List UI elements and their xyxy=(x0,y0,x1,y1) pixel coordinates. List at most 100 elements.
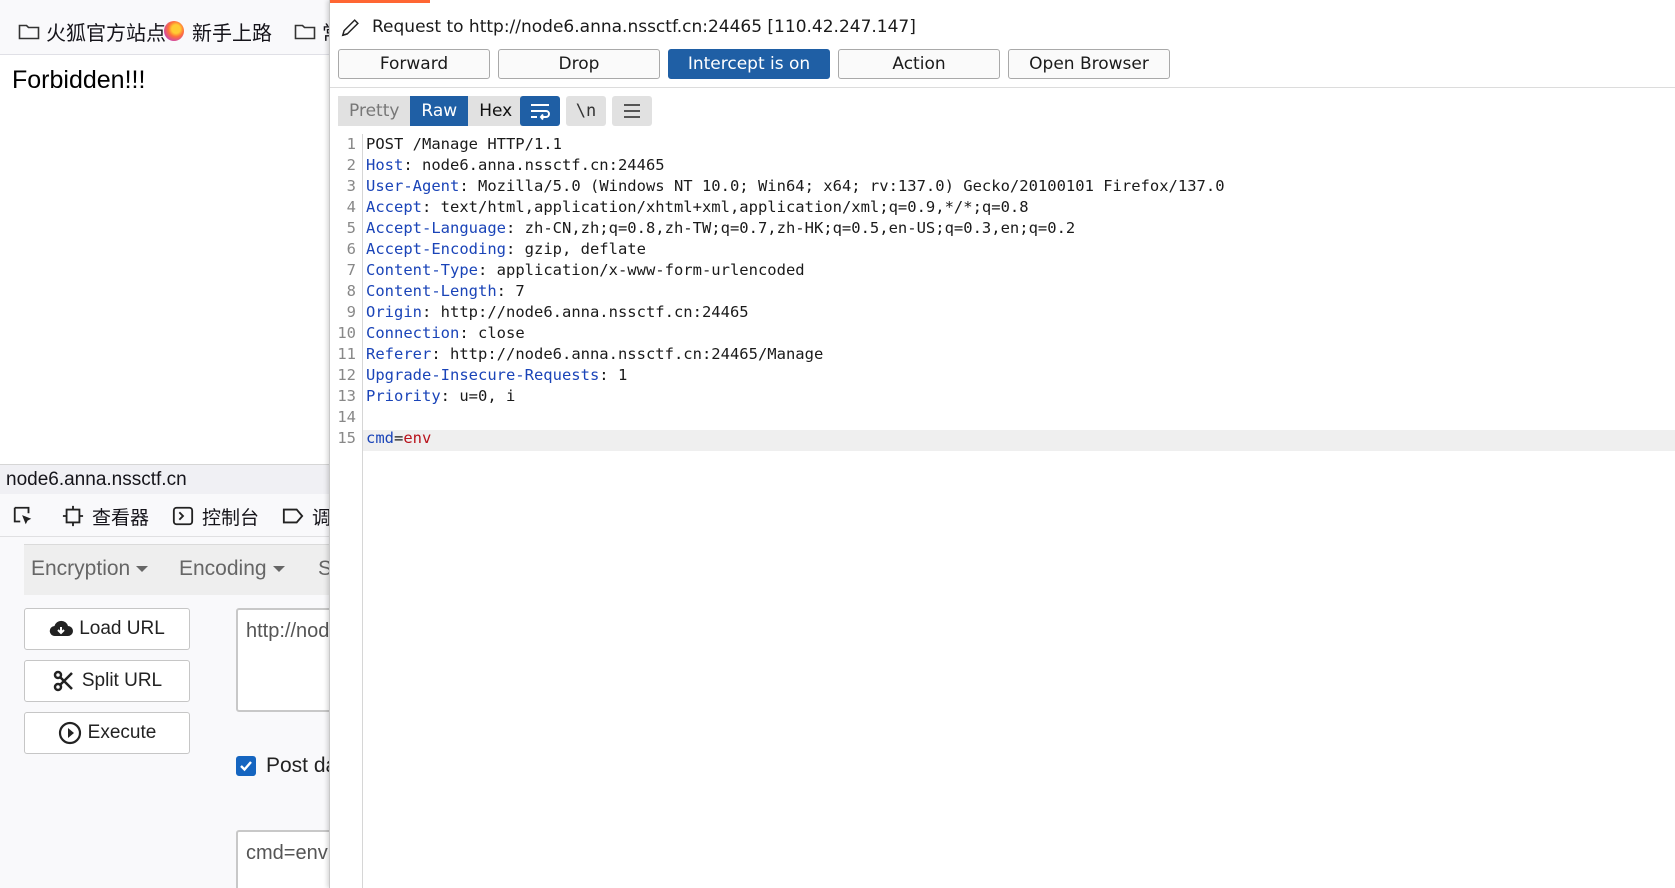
header-value: close xyxy=(478,324,525,342)
devtools-toolbar: 查看器 控制台 调 xyxy=(0,494,330,537)
tab-raw[interactable]: Raw xyxy=(410,96,469,126)
load-url-button[interactable]: Load URL xyxy=(24,608,190,650)
header-line: Priority: u=0, i xyxy=(366,387,516,405)
browser-window: 火狐官方站点 新手上路 常 Forbidden!!! node6.anna.ns… xyxy=(0,0,330,888)
drop-button[interactable]: Drop xyxy=(498,49,660,79)
header-value: application/x-www-form-urlencoded xyxy=(496,261,805,279)
bookmark-item[interactable]: 火狐官方站点 xyxy=(18,17,166,45)
play-circle-icon xyxy=(58,721,81,745)
debugger-icon xyxy=(282,508,304,524)
header-name: Connection xyxy=(366,324,460,342)
current-line-highlight xyxy=(363,430,1675,451)
tab-inspector[interactable]: 查看器 xyxy=(62,502,149,530)
header-value: node6.anna.nssctf.cn:24465 xyxy=(422,156,665,174)
line-number: 10 xyxy=(337,324,356,342)
header-value: Mozilla/5.0 (Windows NT 10.0; Win64; x64… xyxy=(478,177,1225,195)
header-name: Accept xyxy=(366,198,422,216)
post-data-toggle[interactable]: Post data xyxy=(236,754,330,778)
checkbox-checked-icon[interactable] xyxy=(236,756,256,776)
header-name: Priority xyxy=(366,387,441,405)
bookmark-item[interactable]: 常 xyxy=(294,17,330,45)
hackbar-menu: Encryption Encoding S xyxy=(24,544,330,595)
post-data-textarea[interactable]: cmd=env xyxy=(236,830,330,888)
encryption-menu[interactable]: Encryption xyxy=(31,557,149,581)
divider xyxy=(330,87,1675,88)
view-mode-tabs: Pretty Raw Hex xyxy=(338,96,524,126)
tab-console[interactable]: 控制台 xyxy=(172,502,259,530)
execute-button[interactable]: Execute xyxy=(24,712,190,754)
header-value: 7 xyxy=(515,282,525,300)
menu-label: Encoding xyxy=(179,557,267,580)
tab-hex[interactable]: Hex xyxy=(468,96,524,126)
header-value: zh-CN,zh;q=0.8,zh-TW;q=0.7,zh-HK;q=0.5,e… xyxy=(524,219,1076,237)
header-line: Origin: http://node6.anna.nssctf.cn:2446… xyxy=(366,303,749,321)
bookmarks-toolbar: 火狐官方站点 新手上路 常 xyxy=(0,0,330,55)
forward-button[interactable]: Forward xyxy=(338,49,490,79)
console-icon xyxy=(172,506,194,526)
line-number: 1 xyxy=(346,135,356,153)
line-number: 13 xyxy=(337,387,356,405)
line-number: 4 xyxy=(346,198,356,216)
menu-label: Encryption xyxy=(31,557,131,580)
tab-label: 控制台 xyxy=(202,507,260,529)
header-name: Content-Type xyxy=(366,261,478,279)
param-value: env xyxy=(403,429,432,447)
bookmark-label: 新手上路 xyxy=(192,22,272,45)
encoding-menu[interactable]: Encoding xyxy=(179,557,285,581)
header-line: Upgrade-Insecure-Requests: 1 xyxy=(366,366,628,384)
header-line: User-Agent: Mozilla/5.0 (Windows NT 10.0… xyxy=(366,177,1225,195)
status-url: node6.anna.nssctf.cn xyxy=(0,464,330,494)
request-line: POST /Manage HTTP/1.1 xyxy=(366,135,562,153)
cloud-download-icon xyxy=(49,620,74,637)
tab-debugger[interactable]: 调 xyxy=(282,502,330,530)
request-title-text: Request to http://node6.anna.nssctf.cn:2… xyxy=(372,17,916,37)
header-name: Origin xyxy=(366,303,422,321)
header-line: Content-Type: application/x-www-form-url… xyxy=(366,261,805,279)
header-line: Host: node6.anna.nssctf.cn:24465 xyxy=(366,156,665,174)
header-line: Referer: http://node6.anna.nssctf.cn:244… xyxy=(366,345,824,363)
line-number-gutter: 1 2 3 4 5 6 7 8 9 10 11 12 13 14 15 xyxy=(330,134,363,888)
url-textarea[interactable]: http://node6.anna.nssctf.cn:24465/Manage xyxy=(236,608,330,712)
bookmark-label: 火狐官方站点 xyxy=(46,22,166,45)
page-message: Forbidden!!! xyxy=(12,66,146,94)
header-name: Upgrade-Insecure-Requests xyxy=(366,366,600,384)
element-picker-button[interactable] xyxy=(12,502,42,530)
header-name: User-Agent xyxy=(366,177,460,195)
scissors-icon xyxy=(53,670,73,692)
button-label: Execute xyxy=(87,722,157,743)
line-number: 9 xyxy=(346,303,356,321)
tab-label: 调 xyxy=(312,507,330,529)
caret-down-icon xyxy=(136,566,149,573)
open-browser-button[interactable]: Open Browser xyxy=(1008,49,1170,79)
line-number: 5 xyxy=(346,219,356,237)
tab-label: 查看器 xyxy=(92,507,150,529)
header-value: gzip, deflate xyxy=(524,240,646,258)
bookmark-item[interactable]: 新手上路 xyxy=(164,17,272,45)
firefox-icon xyxy=(164,21,184,41)
header-line: Accept-Encoding: gzip, deflate xyxy=(366,240,646,258)
line-number: 8 xyxy=(346,282,356,300)
active-tab-indicator xyxy=(330,0,430,3)
burp-intercept-panel: Request to http://node6.anna.nssctf.cn:2… xyxy=(329,0,1675,888)
header-value: 1 xyxy=(617,366,628,384)
param-name: cmd xyxy=(366,429,394,447)
header-line: Connection: close xyxy=(366,324,525,342)
editor-menu-button[interactable] xyxy=(612,96,652,126)
show-newlines-button[interactable]: \n xyxy=(566,96,606,126)
line-number: 7 xyxy=(346,261,356,279)
action-button[interactable]: Action xyxy=(838,49,1000,79)
line-number: 12 xyxy=(337,366,356,384)
menu-icon xyxy=(624,104,640,118)
header-name: Referer xyxy=(366,345,432,363)
wrap-icon xyxy=(531,104,550,121)
wrap-lines-button[interactable] xyxy=(520,96,560,126)
tab-pretty[interactable]: Pretty xyxy=(338,96,411,126)
header-line: Content-Length: 7 xyxy=(366,282,525,300)
header-name: Accept-Language xyxy=(366,219,506,237)
line-number: 3 xyxy=(346,177,356,195)
split-url-button[interactable]: Split URL xyxy=(24,660,190,702)
intercept-toggle-button[interactable]: Intercept is on xyxy=(668,49,830,79)
raw-request-editor[interactable]: 1 2 3 4 5 6 7 8 9 10 11 12 13 14 15 POST… xyxy=(330,134,1675,888)
header-value: http://node6.anna.nssctf.cn:24465 xyxy=(440,303,749,321)
line-number: 15 xyxy=(337,429,356,447)
